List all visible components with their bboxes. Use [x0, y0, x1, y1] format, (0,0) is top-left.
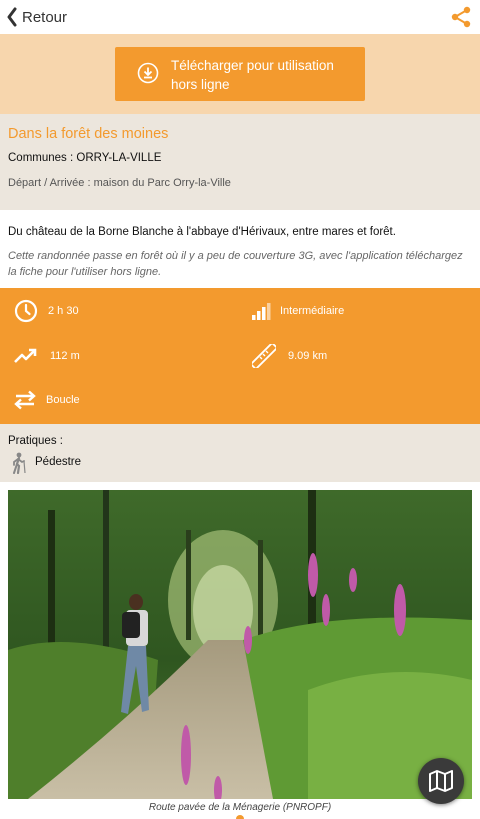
stat-route-type-value: Boucle [46, 394, 80, 406]
download-offline-button[interactable]: Télécharger pour utilisation hors ligne [115, 47, 365, 101]
hiker-icon [13, 452, 26, 474]
stat-elevation-value: 112 m [50, 350, 80, 362]
share-icon[interactable] [450, 6, 472, 28]
stat-distance: 9.09 km [252, 343, 327, 369]
download-label: Télécharger pour utilisation hors ligne [171, 58, 334, 92]
clock-icon [14, 299, 38, 323]
stat-difficulty: Intermédiaire [252, 298, 344, 324]
back-button[interactable]: Retour [6, 6, 67, 28]
photo-caption: Route pavée de la Ménagerie (PNROPF) [148, 802, 332, 813]
stat-route-type: Boucle [14, 387, 80, 413]
trend-up-icon [14, 348, 37, 363]
trail-info-panel: Dans la forêt des moines Communes : ORRY… [0, 114, 480, 210]
practices-label: Pratiques : [8, 435, 63, 447]
map-button[interactable] [418, 758, 464, 804]
loop-arrows-icon [14, 390, 36, 410]
download-band: Télécharger pour utilisation hors ligne [0, 34, 480, 114]
carousel-indicator[interactable] [236, 815, 244, 819]
stat-elevation: 112 m [14, 343, 80, 369]
download-icon [137, 62, 159, 84]
trail-depart: Départ / Arrivée : maison du Parc Orry-l… [8, 177, 231, 189]
signal-bars-icon [252, 303, 271, 320]
offline-warning: Cette randonnée passe en forêt où il y a… [8, 250, 463, 278]
stat-duration: 2 h 30 [14, 298, 79, 324]
trail-title: Dans la forêt des moines [8, 126, 169, 142]
forest-photo-image [8, 490, 472, 799]
stat-difficulty-value: Intermédiaire [280, 305, 345, 317]
practices-panel: Pratiques : Pédestre [0, 424, 480, 482]
top-bar: Retour [0, 0, 480, 34]
trail-stats-panel: 2 h 30 Intermédiaire 112 m 9.09 km Boucl… [0, 288, 480, 424]
chevron-left-icon [7, 7, 17, 27]
trail-communes: Communes : ORRY-LA-VILLE [8, 152, 162, 164]
practice-item: Pédestre [35, 456, 82, 468]
map-icon [429, 770, 453, 792]
stat-duration-value: 2 h 30 [48, 305, 79, 317]
back-label: Retour [22, 8, 68, 26]
trail-description: Du château de la Borne Blanche à l'abbay… [8, 226, 396, 238]
trail-photo [8, 490, 472, 799]
ruler-icon [252, 344, 276, 368]
stat-distance-value: 9.09 km [288, 350, 328, 362]
